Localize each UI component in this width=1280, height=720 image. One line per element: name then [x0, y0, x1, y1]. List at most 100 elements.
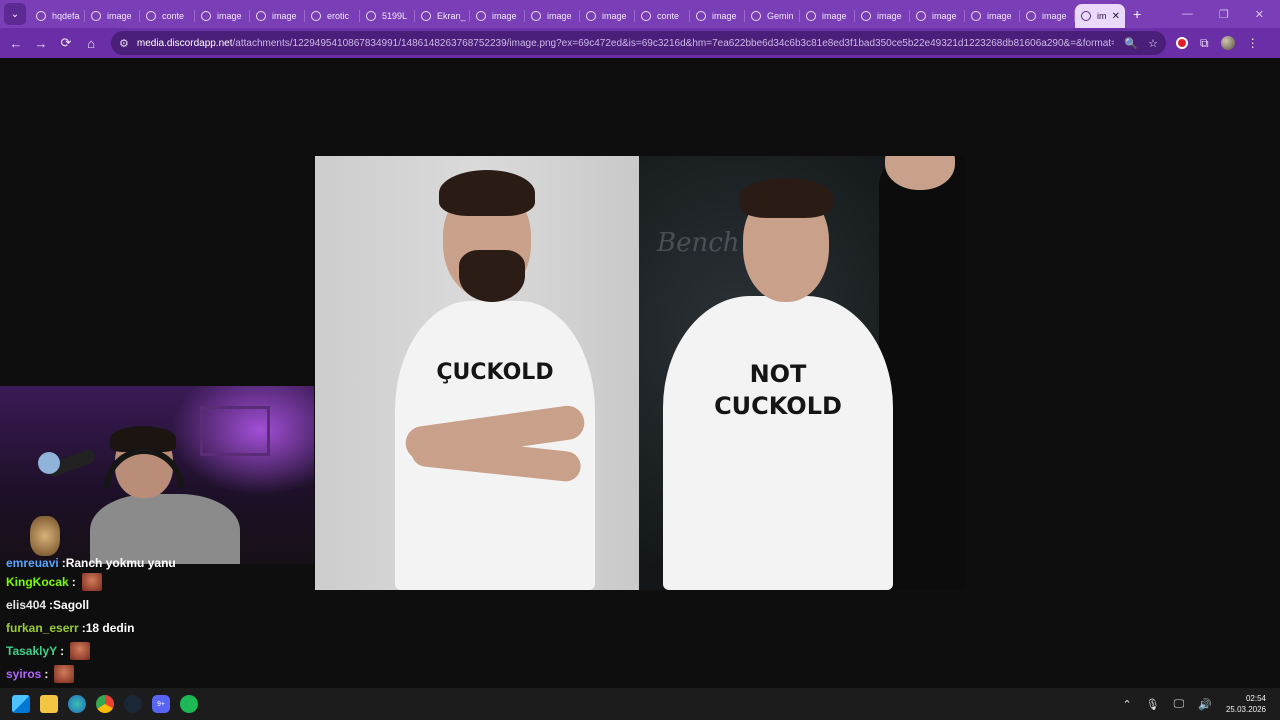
browser-tab[interactable]: image	[85, 4, 140, 28]
microphone-tray-icon[interactable]: 🎙	[1146, 698, 1160, 711]
site-settings-icon[interactable]: ⚙	[119, 37, 129, 50]
browser-tab[interactable]: erotic	[305, 4, 360, 28]
browser-tab[interactable]: hqdefa	[30, 4, 85, 28]
zoom-icon[interactable]: 🔍	[1124, 37, 1138, 50]
chat-username: KingKocak	[6, 574, 69, 589]
chat-emote	[81, 572, 102, 591]
browser-tab[interactable]: image	[855, 4, 910, 28]
browser-tab[interactable]: image	[800, 4, 855, 28]
url-path: /attachments/1229495410867834991/1486148…	[232, 37, 1115, 49]
network-icon[interactable]: 🖵	[1174, 698, 1185, 711]
clock-date: 25.03.2026	[1225, 705, 1266, 714]
minimize-button[interactable]: —	[1182, 8, 1193, 21]
page-viewport: ÇUCKOLD Bench NOT CUCKOLD emreuavi: Ran…	[0, 58, 1280, 704]
browser-tab[interactable]: Ekran_	[415, 4, 470, 28]
chat-message: emreuavi: Ranch yokmu yanu	[6, 558, 306, 570]
chrome-icon[interactable]	[96, 695, 114, 713]
streamer-shirt	[90, 494, 240, 564]
chat-separator: :	[60, 643, 65, 658]
close-window-button[interactable]: ✕	[1255, 8, 1264, 21]
extensions-puzzle-icon[interactable]: ⧉	[1200, 36, 1209, 51]
browser-tab[interactable]: image	[690, 4, 745, 28]
opera-extension-icon[interactable]	[1176, 37, 1188, 49]
profile-avatar[interactable]	[1220, 36, 1235, 50]
close-tab-icon[interactable]: ✕	[1112, 11, 1120, 22]
address-bar[interactable]: ⚙ media.discordapp.net/attachments/12294…	[111, 31, 1166, 55]
back-button[interactable]: ←	[4, 31, 28, 55]
tab-title: im	[1097, 11, 1107, 21]
chat-emote	[70, 641, 91, 660]
right-hair	[739, 178, 833, 218]
volume-icon[interactable]: 🔊	[1198, 698, 1212, 711]
browser-tab[interactable]: image	[910, 4, 965, 28]
image-left-panel: ÇUCKOLD	[315, 156, 639, 590]
globe-icon	[476, 11, 486, 21]
browser-menu-icon[interactable]: ⋮	[1247, 36, 1259, 50]
new-tab-button[interactable]: +	[1133, 6, 1141, 22]
browser-tab[interactable]: image	[1020, 4, 1075, 28]
forward-button[interactable]: →	[29, 31, 53, 55]
figurine	[38, 452, 60, 474]
tray-overflow-chevron-icon[interactable]: ⌃	[1122, 698, 1131, 711]
chat-separator: :	[44, 666, 49, 681]
left-person: ÇUCKOLD	[375, 166, 615, 590]
right-person: NOT CUCKOLD	[653, 168, 903, 590]
right-shirt-text-line1: NOT	[749, 360, 807, 388]
chat-username: furkan_eserr	[6, 620, 79, 635]
windows-taskbar: 9+ ⌃ 🎙 🖵 🔊 02:54 25.03.2026	[0, 688, 1280, 720]
browser-tab[interactable]: 5199L	[360, 4, 415, 28]
windows-start-icon[interactable]	[12, 695, 30, 713]
globe-icon	[311, 11, 321, 21]
tab-title: image	[932, 11, 957, 21]
home-button[interactable]: ⌂	[79, 31, 103, 55]
displayed-image[interactable]: ÇUCKOLD Bench NOT CUCKOLD	[315, 156, 965, 590]
chat-separator: :	[71, 574, 76, 589]
clock[interactable]: 02:54 25.03.2026	[1226, 693, 1266, 715]
globe-icon	[861, 11, 871, 21]
file-explorer-icon[interactable]	[40, 695, 58, 713]
browser-tab[interactable]: conte	[140, 4, 195, 28]
url-host: media.discordapp.net	[136, 37, 233, 49]
tab-title: image	[272, 11, 297, 21]
spotify-icon[interactable]	[180, 695, 198, 713]
chat-message: elis404: Sagoll	[6, 593, 306, 616]
globe-icon	[641, 11, 651, 21]
taskbar-apps: 9+	[12, 695, 198, 713]
globe-icon	[806, 11, 816, 21]
chat-username: TasaklyY	[6, 643, 58, 658]
discord-icon[interactable]: 9+	[152, 695, 170, 713]
browser-tab[interactable]: image	[525, 4, 580, 28]
chat-username: elis404	[6, 597, 47, 612]
globe-icon	[36, 11, 46, 21]
browser-tab-active[interactable]: im ✕	[1075, 4, 1125, 28]
restore-button[interactable]: ❐	[1219, 8, 1229, 21]
globe-icon	[696, 11, 706, 21]
steam-icon[interactable]	[124, 695, 142, 713]
chat-text: Sagoll	[53, 597, 90, 612]
chat-text: Ranch yokmu yanu	[65, 558, 176, 570]
chat-message: syiros:	[6, 662, 306, 685]
browser-tab[interactable]: Gemin	[745, 4, 800, 28]
right-shirt-text-line2: CUCKOLD	[714, 392, 842, 420]
browser-tab[interactable]: conte	[635, 4, 690, 28]
tab-title: image	[822, 11, 847, 21]
browser-tab[interactable]: image	[470, 4, 525, 28]
gemini-icon	[751, 11, 761, 21]
browser-tab[interactable]: image	[195, 4, 250, 28]
bookmark-star-icon[interactable]: ☆	[1148, 37, 1158, 50]
reload-button[interactable]: ⟳	[54, 31, 78, 55]
tab-search-button[interactable]: ⌄	[4, 3, 26, 25]
globe-icon	[971, 11, 981, 21]
left-hair	[439, 170, 535, 216]
chat-username: emreuavi	[6, 558, 59, 570]
browser-tab[interactable]: image	[580, 4, 635, 28]
edge-icon[interactable]	[68, 695, 86, 713]
browser-tab[interactable]: image	[965, 4, 1020, 28]
browser-tab[interactable]: image	[250, 4, 305, 28]
plush-figure	[30, 516, 60, 556]
tab-title: Ekran_	[437, 11, 466, 21]
chat-username: syiros	[6, 666, 42, 681]
tab-title: 5199L	[382, 11, 408, 21]
url-text[interactable]: media.discordapp.net/attachments/1229495…	[137, 38, 1115, 49]
tab-title: image	[987, 11, 1012, 21]
